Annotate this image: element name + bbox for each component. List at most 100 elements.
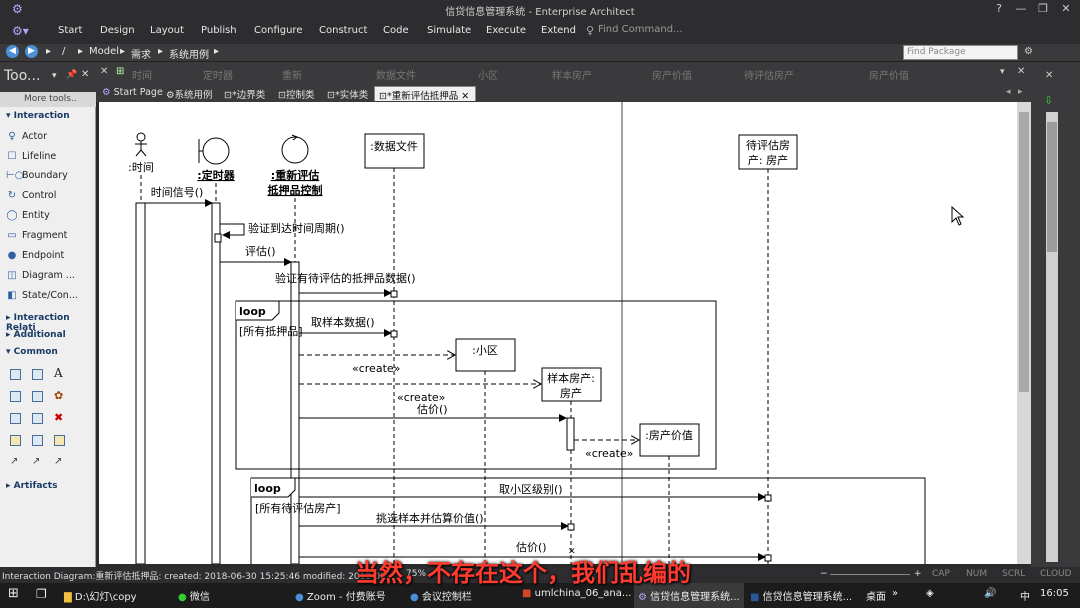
lifeline-sample-estate[interactable]: 样本房产: 房产 [541, 367, 602, 564]
toolbox-section-common[interactable]: ▾ Common [6, 347, 58, 357]
side-scrollbar[interactable] [1046, 112, 1058, 562]
taskbar-word[interactable]: ■ 信贷信息管理系统... [750, 588, 852, 603]
mail-icon[interactable] [32, 413, 43, 424]
tab-boundary-class[interactable]: ⊡*边界类 [220, 86, 269, 101]
find-package-input[interactable]: Find Package [903, 45, 1018, 60]
gear-icon[interactable]: ✿ [54, 389, 63, 402]
tool-state[interactable]: ◧ State/Con... [7, 290, 78, 301]
menu-start[interactable]: Start [58, 25, 82, 36]
tab-entity-class[interactable]: ⊡*实体类 [323, 86, 372, 101]
tool-endpoint[interactable]: ● Endpoint [8, 250, 65, 261]
tray-volume-icon[interactable]: 🔊 [984, 588, 996, 599]
lifeline-district[interactable]: :小区 [455, 338, 516, 564]
tab-control-class[interactable]: ⊡控制类 [274, 86, 318, 101]
more-tools-button[interactable]: More tools.. [0, 92, 96, 107]
side-scroll-thumb[interactable] [1047, 122, 1057, 252]
windows-start-icon[interactable]: ⊞ [8, 586, 19, 601]
note-icon[interactable] [10, 369, 21, 380]
tool-control[interactable]: ↻ Control [8, 190, 57, 201]
taskbar-meeting-controls[interactable]: ● 会议控制栏 [410, 588, 472, 603]
lifeline-datafile[interactable]: :数据文件 [364, 133, 425, 564]
dropdown-icon[interactable]: ▾ [52, 71, 57, 81]
menu-simulate[interactable]: Simulate [427, 25, 471, 36]
connector-icon[interactable]: ↗ [54, 456, 62, 467]
close-button[interactable]: ✕ [1057, 2, 1075, 18]
tool-lifeline[interactable]: ☐ Lifeline [8, 151, 57, 162]
menu-extend[interactable]: Extend [541, 25, 576, 36]
breadcrumb-model[interactable]: Model [89, 46, 119, 57]
connector-icon[interactable]: ↗ [32, 456, 40, 467]
issue-icon[interactable]: ✖ [54, 411, 63, 424]
down-arrow-icon[interactable]: ⇩ [1044, 94, 1053, 107]
tool-actor[interactable]: ♀ Actor [8, 131, 47, 142]
desktop-toolbar[interactable]: 桌面 [866, 588, 886, 603]
message-verify-period[interactable]: 验证到达时间周期() [214, 221, 345, 243]
tray-expand-icon[interactable]: » [892, 588, 898, 599]
breadcrumb-root[interactable]: / [62, 46, 65, 57]
back-icon[interactable]: ◀ [6, 45, 19, 58]
canvas-scrollbar[interactable] [1017, 102, 1031, 564]
close-icon[interactable]: ✕ [461, 91, 469, 102]
close-icon[interactable]: ✕ [81, 69, 89, 80]
help-icon[interactable]: ? [990, 2, 1008, 18]
tool-entity[interactable]: ◯ Entity [6, 210, 49, 221]
menu-code[interactable]: Code [383, 25, 409, 36]
toolbox-section-interaction[interactable]: ▾ Interaction [6, 111, 70, 121]
pin-icon[interactable]: 📌 [66, 70, 77, 80]
tool-fragment[interactable]: ▭ Fragment [7, 230, 67, 241]
input-method-indicator[interactable]: 中 [1020, 588, 1030, 603]
taskbar-powerpoint[interactable]: ■ umlchina_06_ana... [522, 588, 631, 599]
message-time-signal[interactable]: 时间信号() [145, 186, 213, 207]
menu-configure[interactable]: Configure [254, 25, 302, 36]
breadcrumb-arrow-icon[interactable]: ▸ [46, 46, 51, 57]
image-icon[interactable] [10, 413, 21, 424]
toolbox-section-additional[interactable]: ▸ Additional [6, 330, 66, 340]
zoom-in-icon[interactable]: + [914, 569, 922, 579]
tab-usecases[interactable]: ⚙系统用例 [162, 86, 217, 101]
message-create-value[interactable]: «create» [574, 440, 639, 460]
message-evaluate[interactable]: 评估() [220, 245, 292, 266]
artifact-icon[interactable] [32, 369, 43, 380]
message-fetch-sample[interactable]: 取样本数据() [299, 315, 398, 338]
clock[interactable]: 16:05 [1040, 588, 1069, 599]
menu-design[interactable]: Design [100, 25, 135, 36]
hyperlink-icon[interactable] [10, 391, 21, 402]
breadcrumb-requirements[interactable]: 需求 [131, 46, 151, 61]
forward-icon[interactable]: ▶ [25, 45, 38, 58]
document-icon[interactable] [54, 435, 65, 446]
ea-menu-icon[interactable]: ⚙▾ [12, 24, 29, 38]
search-options-icon[interactable]: ⚙ [1024, 46, 1033, 57]
task-view-icon[interactable]: ❐ [36, 587, 47, 601]
message-get-district-level[interactable]: 取小区级别() [299, 483, 772, 502]
tool-diagram[interactable]: ◫ Diagram ... [7, 270, 75, 281]
boundary-box-icon[interactable] [32, 435, 43, 446]
breadcrumb-usecases[interactable]: 系统用例 [169, 46, 209, 61]
canvas-scroll-thumb[interactable] [1019, 112, 1029, 392]
text-icon[interactable]: A [54, 366, 63, 380]
close-icon[interactable]: ✕ [1045, 70, 1053, 81]
taskbar-zoom[interactable]: ● Zoom - 付费账号 [295, 588, 386, 603]
tab-start-page[interactable]: ⚙ Start Page [98, 86, 167, 101]
zoom-slider[interactable] [830, 574, 910, 575]
taskbar-explorer[interactable]: ▇ D:\幻灯\copy [64, 588, 137, 603]
message-estimate[interactable]: «create» 估价() [299, 391, 567, 422]
connector-icon[interactable]: ↗ [10, 456, 18, 467]
zoom-out-icon[interactable]: − [820, 569, 828, 579]
diagram-canvas[interactable]: :时间 :定时器 :重新评估 抵押品控制:数据文件 待评估房 产: 房产:小… [99, 102, 1033, 564]
menu-layout[interactable]: Layout [150, 25, 184, 36]
tab-reevaluate-collateral[interactable]: ⊡*重新评估抵押品 ✕ [374, 86, 476, 102]
lifeline-estate-value[interactable]: :房产价值 [639, 423, 700, 564]
menu-publish[interactable]: Publish [201, 25, 237, 36]
menu-construct[interactable]: Construct [319, 25, 367, 36]
minimize-button[interactable]: — [1012, 2, 1030, 18]
lifeline-reevaluate-control[interactable]: :重新评估 抵押品控制 [268, 134, 323, 564]
find-command-input[interactable]: Find Command... [598, 24, 683, 35]
package-icon[interactable] [10, 435, 21, 446]
tray-shield-icon[interactable]: ◈ [926, 588, 934, 599]
loop-fragment-estates[interactable]: loop [所有待评估房产] [250, 477, 926, 564]
lifeline-timer-boundary[interactable]: :定时器 [197, 137, 236, 564]
tool-boundary[interactable]: ⊢○ Boundary [6, 170, 68, 181]
maximize-button[interactable]: ❐ [1034, 2, 1052, 18]
legend-icon[interactable] [32, 391, 43, 402]
tab-scroll-right-icon[interactable]: ▸ [1018, 87, 1023, 97]
